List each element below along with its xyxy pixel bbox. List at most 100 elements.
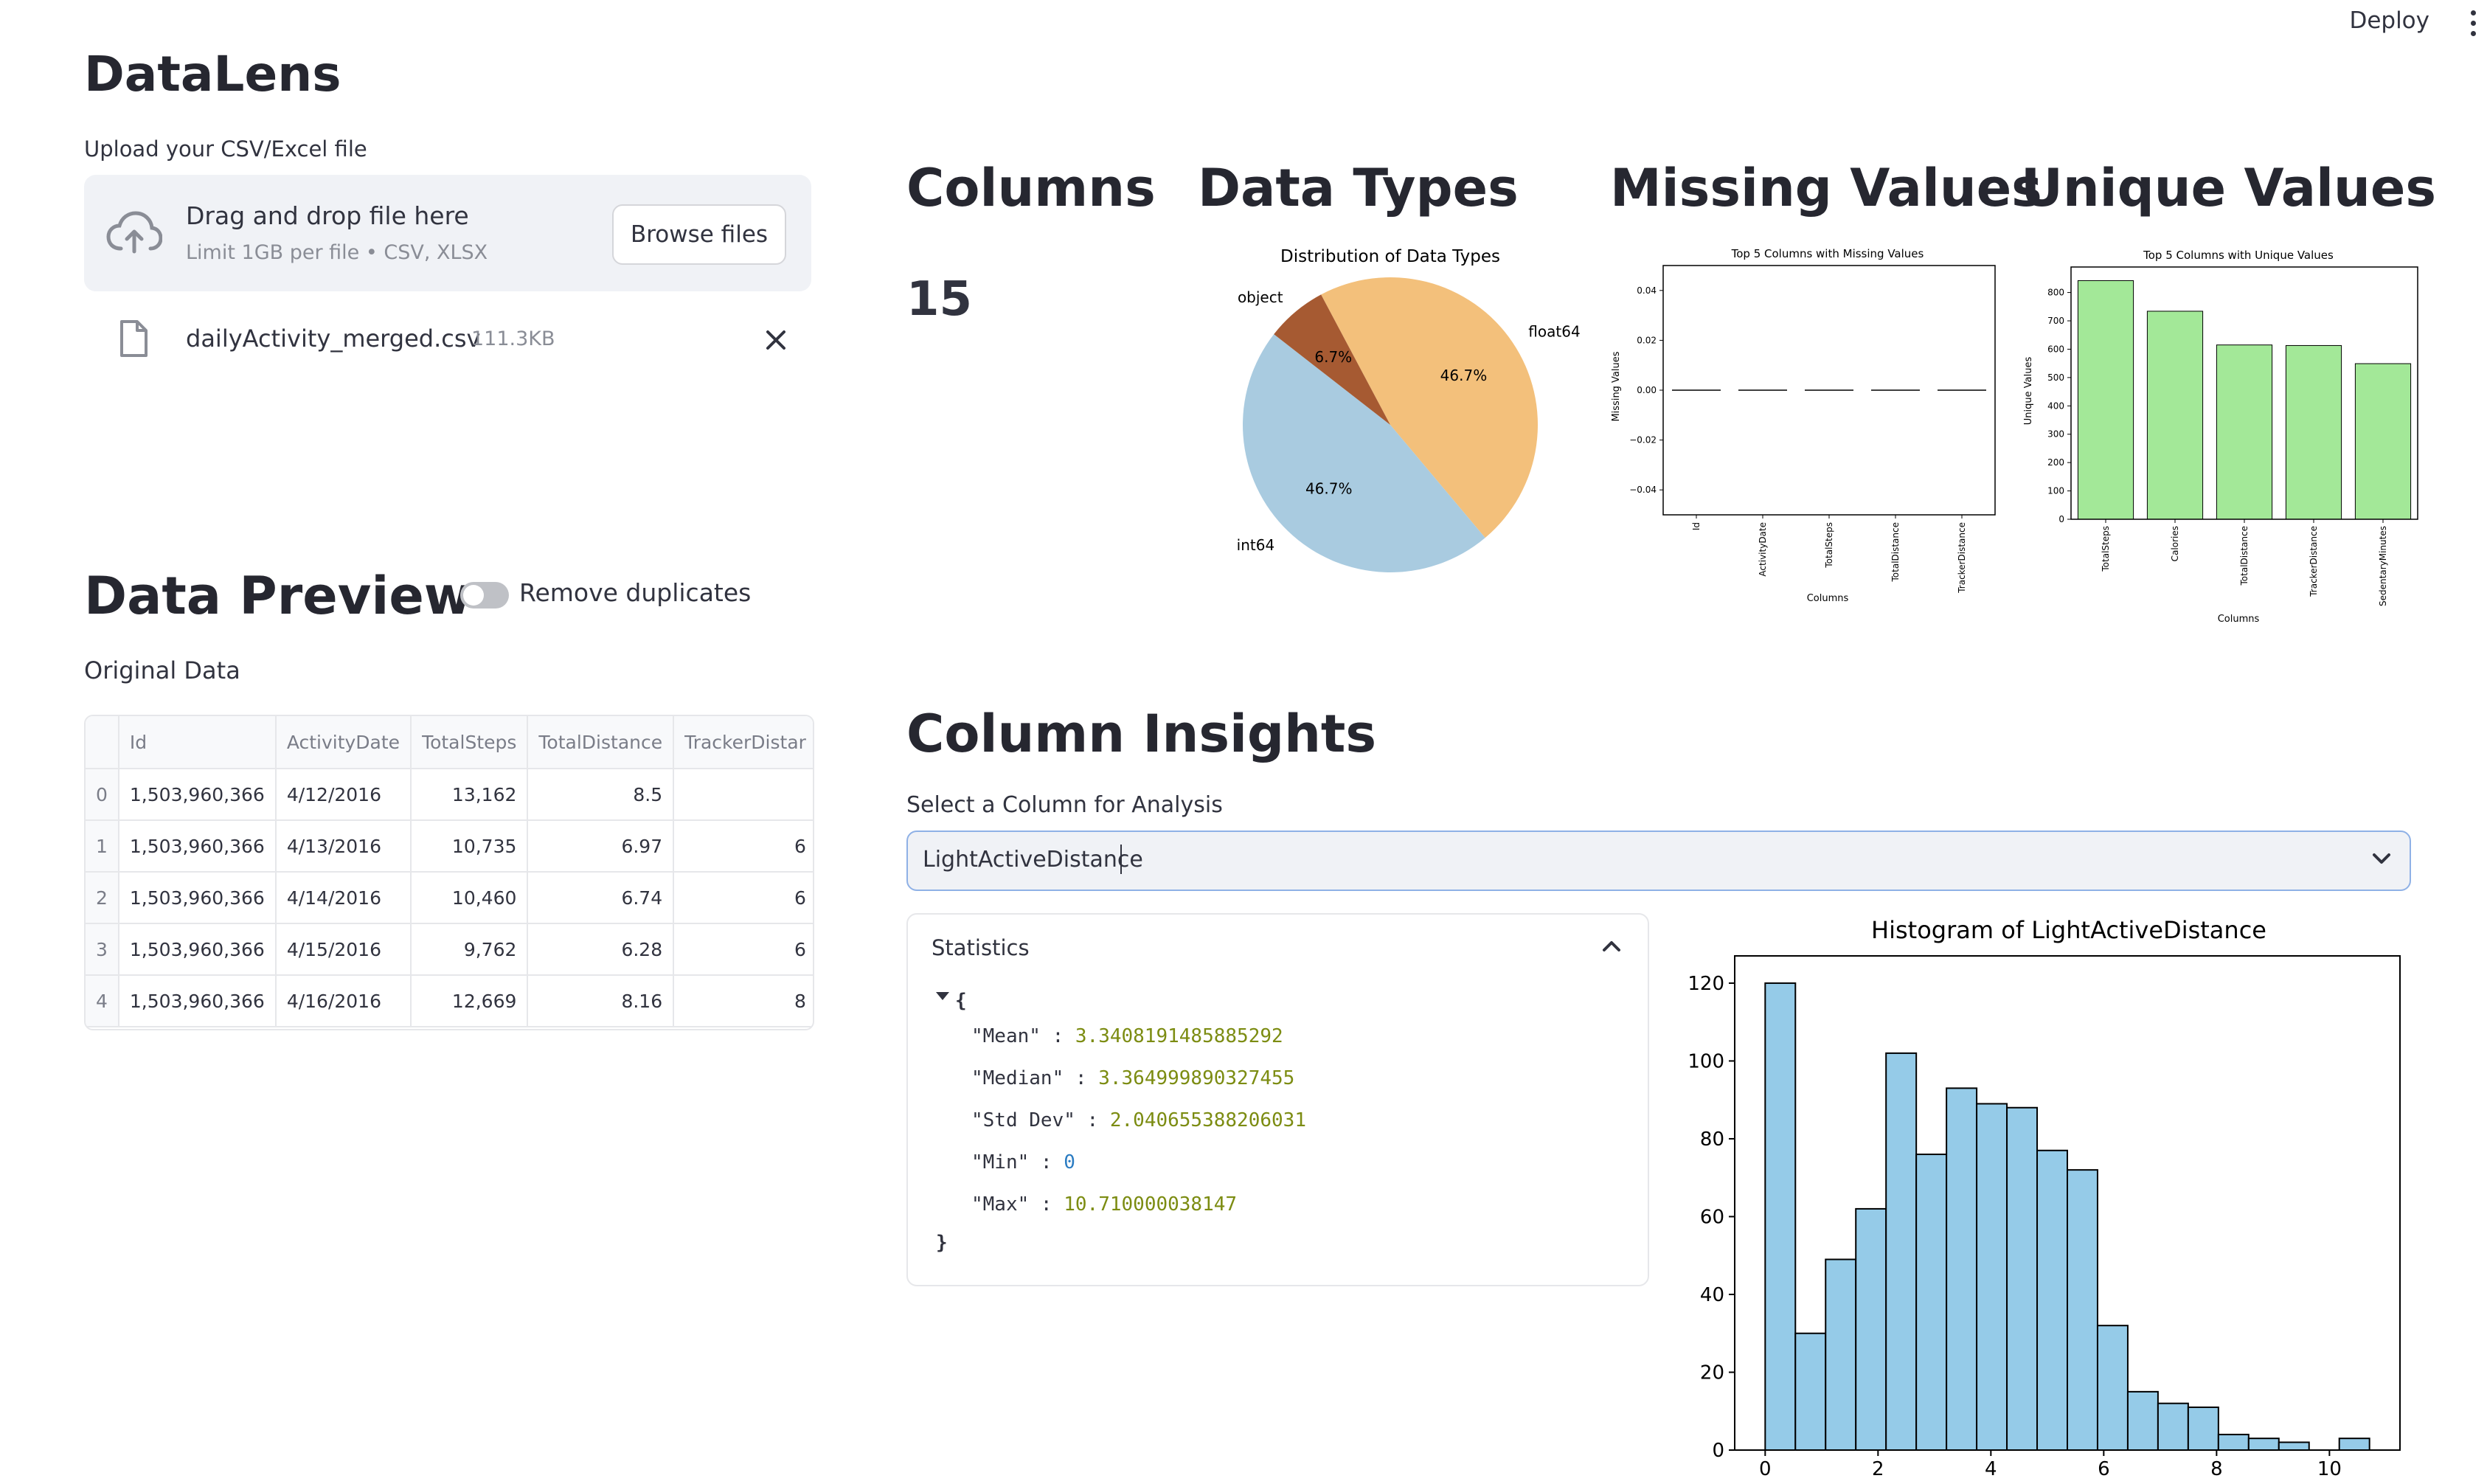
cloud-upload-icon [106, 211, 162, 254]
column-insights-title: Column Insights [906, 704, 1377, 764]
histogram-bar [2247, 1438, 2280, 1451]
unique-bar [2216, 344, 2273, 520]
json-key: "Std Dev" [971, 1109, 1075, 1131]
unique-chart-title: Top 5 Columns with Unique Values [2143, 249, 2334, 262]
x-tick-label: TotalDistance [1890, 522, 1901, 583]
table-cell[interactable]: 12,669 [411, 975, 529, 1027]
table-cell[interactable]: 6 [673, 820, 813, 873]
y-tick-label: 40 [1700, 1284, 1724, 1306]
json-value: 3.3408191485885292 [1075, 1025, 1283, 1047]
close-icon[interactable] [766, 330, 786, 350]
y-tick-label: 0 [2058, 514, 2064, 524]
y-tick-label: −0.02 [1629, 435, 1657, 445]
json-value: 0 [1064, 1151, 1075, 1173]
chevron-down-icon[interactable] [2371, 851, 2392, 866]
table-cell[interactable]: 1,503,960,366 [118, 923, 277, 976]
y-tick-label: 0.00 [1637, 385, 1657, 395]
y-tick-label: 100 [1688, 1050, 1724, 1072]
histogram-bar [1764, 982, 1797, 1451]
deploy-button[interactable]: Deploy [2349, 7, 2429, 34]
statistics-expander[interactable]: Statistics { "Mean" : 3.3408191485885292… [906, 913, 1649, 1286]
table-cell[interactable] [673, 769, 813, 821]
remove-duplicates-toggle[interactable] [460, 582, 509, 608]
collapse-triangle-icon[interactable] [934, 990, 951, 1002]
histogram-bar [2157, 1402, 2189, 1452]
histogram-bar [1855, 1207, 1887, 1451]
table-cell[interactable]: 8 [673, 975, 813, 1027]
y-tick-label: 80 [1700, 1128, 1724, 1151]
json-value: 2.040655388206031 [1109, 1109, 1306, 1131]
table-row: 2 1,503,960,366 4/14/2016 10,460 6.74 6 [86, 872, 813, 924]
y-tick-label: 400 [2047, 401, 2064, 411]
column-select-label: Select a Column for Analysis [906, 792, 1223, 818]
file-dropzone[interactable]: Drag and drop file here Limit 1GB per fi… [84, 175, 811, 291]
json-entry: "Std Dev" : 2.040655388206031 [971, 1109, 1306, 1131]
uploaded-file-size: 111.3KB [471, 327, 555, 350]
dropzone-limit: Limit 1GB per file • CSV, XLSX [186, 241, 488, 264]
table-cell[interactable]: 1,503,960,366 [118, 872, 277, 924]
unique-bar [2146, 311, 2204, 520]
x-tick-label: 4 [1985, 1458, 1997, 1480]
unique-values-title: Unique Values [2021, 158, 2437, 218]
table-cell[interactable]: 6.97 [527, 820, 675, 873]
missing-chart-ylabel: Missing Values [1611, 351, 1622, 421]
x-tick-label: TrackerDistance [2309, 526, 2319, 597]
column-header[interactable]: Id [118, 716, 277, 769]
x-tick-label: 2 [1872, 1458, 1884, 1480]
table-cell[interactable]: 6.74 [527, 872, 675, 924]
json-entry: "Mean" : 3.3408191485885292 [971, 1025, 1283, 1047]
table-cell[interactable]: 4/15/2016 [275, 923, 412, 976]
table-cell[interactable]: 4/16/2016 [275, 975, 412, 1027]
missing-values-title: Missing Values [1610, 158, 2042, 218]
table-cell[interactable]: 4/12/2016 [275, 769, 412, 821]
table-row: 3 1,503,960,366 4/15/2016 9,762 6.28 6 [86, 923, 813, 976]
histogram-bar [2278, 1441, 2310, 1451]
table-cell[interactable]: 1,503,960,366 [118, 769, 277, 821]
main-menu-icon[interactable] [2471, 10, 2477, 37]
table-cell[interactable]: 1,503,960,366 [118, 820, 277, 873]
table-cell[interactable]: 10,735 [411, 820, 529, 873]
y-tick-label: 800 [2047, 288, 2064, 298]
table-cell[interactable]: 6 [673, 872, 813, 924]
pie-category-label: object [1238, 288, 1283, 306]
y-tick-label: 0.02 [1637, 335, 1657, 345]
json-open-brace: { [955, 990, 967, 1012]
table-cell[interactable]: 8.16 [527, 975, 675, 1027]
table-cell[interactable]: 10,460 [411, 872, 529, 924]
data-table[interactable]: Id ActivityDate TotalSteps TotalDistance… [84, 715, 814, 1030]
table-cell[interactable]: 4/14/2016 [275, 872, 412, 924]
y-tick-label: 700 [2047, 316, 2064, 326]
table-cell[interactable]: 4/13/2016 [275, 820, 412, 873]
histogram-bar [1946, 1087, 1978, 1451]
column-select-value: LightActiveDistance [923, 847, 1143, 873]
pie-value-label: 46.7% [1305, 479, 1353, 497]
column-header[interactable] [86, 716, 119, 769]
chevron-up-icon[interactable] [1602, 940, 1621, 953]
column-header[interactable]: ActivityDate [275, 716, 412, 769]
json-entry: "Max" : 10.710000038147 [971, 1193, 1238, 1216]
table-cell[interactable]: 9,762 [411, 923, 529, 976]
missing-chart-xlabel: Columns [1807, 593, 1849, 604]
row-index: 0 [86, 769, 119, 821]
column-header[interactable]: TrackerDistar [673, 716, 813, 769]
missing-chart-title: Top 5 Columns with Missing Values [1731, 247, 1924, 260]
table-cell[interactable]: 8.5 [527, 769, 675, 821]
histogram-bar [2096, 1325, 2129, 1451]
json-key: "Mean" [971, 1025, 1041, 1047]
browse-files-button[interactable]: Browse files [612, 204, 786, 265]
table-cell[interactable]: 13,162 [411, 769, 529, 821]
histogram-bar [2126, 1390, 2159, 1452]
histogram-bar [2036, 1149, 2069, 1451]
column-header[interactable]: TotalDistance [527, 716, 675, 769]
histogram-bar [2217, 1433, 2250, 1452]
pie-value-label: 6.7% [1314, 348, 1352, 366]
x-tick-label: ActivityDate [1758, 522, 1768, 577]
columns-metric-title: Columns [906, 158, 1156, 218]
column-header[interactable]: TotalSteps [411, 716, 529, 769]
table-header-row: Id ActivityDate TotalSteps TotalDistance… [86, 716, 813, 769]
json-key: "Min" [971, 1151, 1030, 1173]
column-select[interactable]: LightActiveDistance [906, 831, 2411, 891]
table-cell[interactable]: 6.28 [527, 923, 675, 976]
table-cell[interactable]: 6 [673, 923, 813, 976]
table-cell[interactable]: 1,503,960,366 [118, 975, 277, 1027]
